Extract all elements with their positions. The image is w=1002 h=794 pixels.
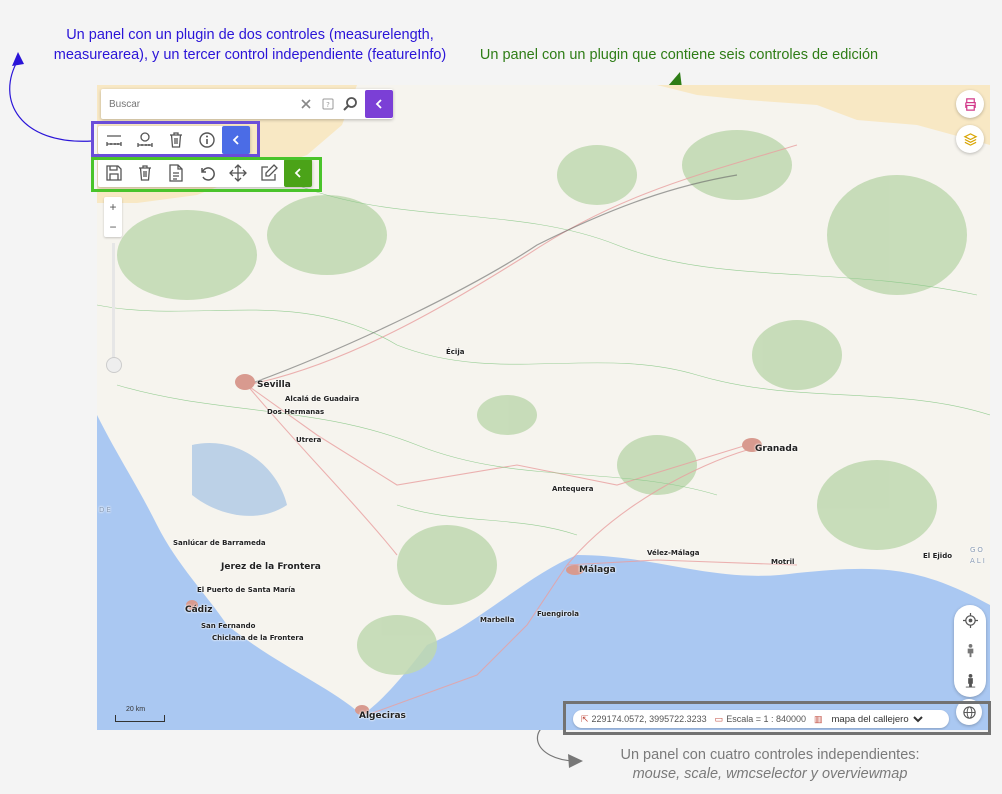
place-label: Marbella xyxy=(480,616,515,624)
layers-icon xyxy=(963,132,977,146)
printer-icon xyxy=(964,97,976,111)
place-label: Chiclana de la Frontera xyxy=(212,634,304,642)
layers-button[interactable] xyxy=(956,125,984,153)
person-map-icon xyxy=(967,643,973,657)
user-location-button[interactable] xyxy=(954,665,986,695)
zoom-control: + − xyxy=(104,197,122,237)
place-label: El Ejido xyxy=(923,552,953,560)
sea-label: ALI xyxy=(970,557,987,565)
zoom-slider[interactable] xyxy=(112,243,115,361)
search-bar: ? xyxy=(101,89,393,119)
location-controls xyxy=(954,605,986,697)
close-icon xyxy=(301,99,311,109)
locate-icon xyxy=(962,612,978,628)
place-label: Antequera xyxy=(552,485,594,493)
scale-line-label: 20 km xyxy=(126,706,146,713)
person-icon xyxy=(965,673,975,688)
search-icon xyxy=(343,97,357,111)
tools-panel-highlight xyxy=(91,121,260,157)
place-label: Dos Hermanas xyxy=(267,408,325,416)
clear-search-button[interactable] xyxy=(295,93,317,115)
place-label: Jerez de la Frontera xyxy=(221,562,321,572)
search-collapse-button[interactable] xyxy=(365,90,393,118)
help-icon: ? xyxy=(322,98,334,110)
place-label: Cádiz xyxy=(185,605,213,615)
search-input[interactable] xyxy=(107,97,295,111)
sea-label: GO xyxy=(970,546,985,554)
place-label: Málaga xyxy=(579,565,616,575)
place-label: Fuengirola xyxy=(537,610,579,618)
zoom-in-button[interactable]: + xyxy=(104,197,122,217)
place-label: Motril xyxy=(771,558,795,566)
zoom-slider-handle[interactable] xyxy=(106,357,122,373)
place-label: Écija xyxy=(446,348,465,356)
place-label: El Puerto de Santa María xyxy=(197,586,296,594)
place-label: San Fernando xyxy=(201,622,256,630)
place-label: Alcalá de Guadaira xyxy=(285,395,360,403)
place-label: Sevilla xyxy=(257,380,291,390)
svg-text:?: ? xyxy=(326,101,330,109)
place-label: Granada xyxy=(755,444,798,454)
sea-label: DE xyxy=(99,506,113,514)
scale-line: 20 km xyxy=(115,706,165,722)
search-button[interactable] xyxy=(339,93,361,115)
print-button[interactable] xyxy=(956,90,984,118)
place-label: Vélez-Málaga xyxy=(647,549,700,557)
place-label: Utrera xyxy=(296,436,322,444)
edit-panel-highlight xyxy=(91,157,322,192)
locate-button[interactable] xyxy=(954,605,986,635)
streetview-button[interactable] xyxy=(954,635,986,665)
place-label: Sanlúcar de Barrameda xyxy=(173,539,266,547)
chevron-left-icon xyxy=(375,99,382,109)
search-help-button[interactable]: ? xyxy=(317,93,339,115)
status-panel-highlight xyxy=(563,701,991,735)
place-label: Algeciras xyxy=(359,711,406,721)
zoom-out-button[interactable]: − xyxy=(104,217,122,237)
